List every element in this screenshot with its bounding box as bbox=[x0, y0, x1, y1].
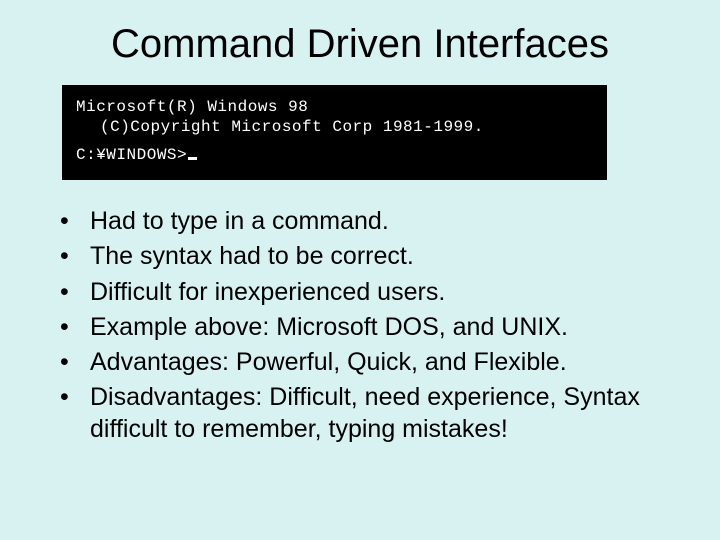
list-item: The syntax had to be correct. bbox=[56, 241, 670, 272]
bullet-text: Difficult for inexperienced users. bbox=[90, 278, 445, 306]
list-item: Difficult for inexperienced users. bbox=[56, 277, 670, 308]
bullet-text: Had to type in a command. bbox=[90, 207, 389, 235]
bullet-list: Had to type in a command. The syntax had… bbox=[50, 206, 670, 445]
slide: Command Driven Interfaces Microsoft(R) W… bbox=[0, 0, 720, 540]
terminal-line-1: Microsoft(R) Windows 98 bbox=[76, 98, 308, 116]
list-item: Advantages: Powerful, Quick, and Flexibl… bbox=[56, 347, 670, 378]
terminal-line-2: (C)Copyright Microsoft Corp 1981-1999. bbox=[76, 117, 593, 137]
terminal-prompt: C:¥WINDOWS> bbox=[76, 146, 187, 164]
slide-title: Command Driven Interfaces bbox=[50, 22, 670, 67]
bullet-text: Example above: Microsoft DOS, and UNIX. bbox=[90, 313, 568, 341]
cursor-icon bbox=[188, 157, 197, 160]
bullet-text: Advantages: Powerful, Quick, and Flexibl… bbox=[90, 348, 567, 376]
bullet-text: Disadvantages: Difficult, need experienc… bbox=[90, 383, 640, 442]
terminal-screenshot: Microsoft(R) Windows 98 (C)Copyright Mic… bbox=[62, 85, 607, 180]
list-item: Example above: Microsoft DOS, and UNIX. bbox=[56, 312, 670, 343]
list-item: Disadvantages: Difficult, need experienc… bbox=[56, 382, 670, 445]
list-item: Had to type in a command. bbox=[56, 206, 670, 237]
bullet-text: The syntax had to be correct. bbox=[90, 242, 414, 270]
